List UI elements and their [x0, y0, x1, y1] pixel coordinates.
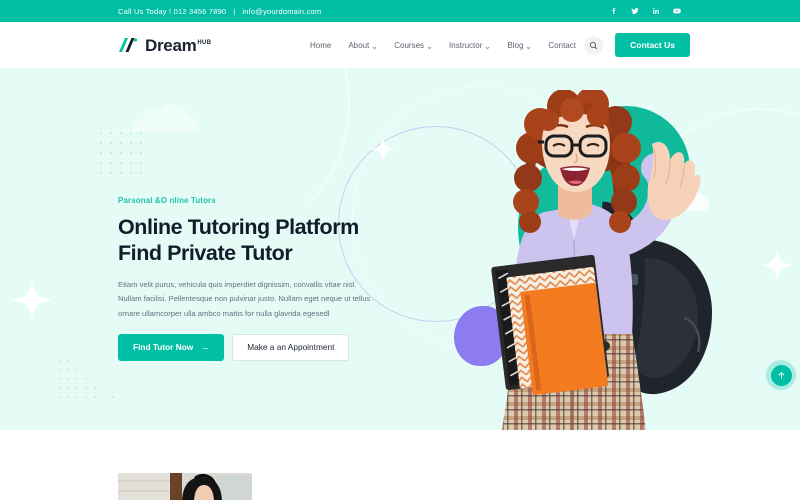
main-navigation: Home About Courses Instructor Blog Conta… — [310, 22, 576, 68]
hero-content: Parsonal &O nline Tutors Online Tutoring… — [118, 196, 386, 361]
social-links — [609, 0, 682, 22]
hero-title-line1: Online Tutoring Platform — [118, 215, 359, 239]
phone-text: Call Us Today ! 012 3456 7890 — [118, 6, 227, 16]
nav-label: Contact — [548, 40, 576, 50]
topbar-separator: | — [233, 6, 236, 16]
arrow-up-icon — [778, 371, 784, 378]
about-image — [118, 473, 252, 500]
top-bar-contact-info: Call Us Today ! 012 3456 7890 | info@you… — [118, 0, 321, 22]
chevron-down-icon — [372, 43, 377, 50]
arrow-right-icon: → — [200, 341, 210, 352]
chevron-down-icon — [526, 43, 531, 50]
nav-label: Blog — [507, 40, 524, 50]
search-icon — [590, 41, 598, 49]
nav-label: About — [348, 40, 370, 50]
logo-text: DreamHUB — [145, 35, 212, 55]
student-photo — [491, 90, 712, 430]
page-root: Call Us Today ! 012 3456 7890 | info@you… — [0, 0, 800, 500]
nav-item-about[interactable]: About — [348, 41, 377, 50]
slanted-bars-icon — [119, 38, 138, 52]
scroll-to-top-inner — [770, 364, 792, 386]
site-header: DreamHUB Home About Courses Instructor B… — [0, 22, 800, 68]
make-appointment-button[interactable]: Make a an Appointment — [232, 333, 350, 361]
hero-section: Parsonal &O nline Tutors Online Tutoring… — [0, 68, 800, 430]
about-section: About Us — [0, 430, 800, 500]
top-bar: Call Us Today ! 012 3456 7890 | info@you… — [0, 0, 800, 22]
chevron-down-icon — [427, 43, 432, 50]
decorative-cloud — [98, 104, 198, 132]
nav-item-contact[interactable]: Contact — [548, 41, 576, 50]
linkedin-icon[interactable] — [651, 6, 661, 16]
hero-illustration — [400, 68, 800, 430]
twitter-icon[interactable] — [630, 6, 640, 16]
logo-suffix: HUB — [197, 39, 212, 46]
decorative-sparkle — [370, 136, 396, 162]
hero-buttons: Find Tutor Now → Make a an Appointment — [118, 333, 386, 361]
hero-eyebrow: Parsonal &O nline Tutors — [118, 196, 216, 205]
scroll-to-top-button[interactable] — [766, 360, 796, 390]
find-tutor-label: Find Tutor Now — [133, 342, 194, 353]
nav-label: Home — [310, 40, 332, 50]
decorative-triangle-dots — [58, 351, 114, 398]
nav-label: Courses — [394, 40, 425, 50]
header-actions: Contact Us — [584, 22, 690, 68]
contact-us-button[interactable]: Contact Us — [615, 33, 690, 57]
find-tutor-now-button[interactable]: Find Tutor Now → — [118, 333, 225, 361]
facebook-icon[interactable] — [609, 6, 619, 16]
nav-item-instructor[interactable]: Instructor — [449, 41, 490, 50]
hero-title: Online Tutoring Platform Find Private Tu… — [118, 214, 386, 266]
nav-item-courses[interactable]: Courses — [394, 41, 432, 50]
youtube-icon[interactable] — [672, 6, 682, 16]
hero-title-line2: Find Private Tutor — [118, 241, 293, 266]
decorative-sparkle — [10, 278, 54, 322]
search-button[interactable] — [584, 35, 604, 55]
nav-item-blog[interactable]: Blog — [507, 41, 531, 50]
hero-paragraph: Etiam velit purus, vehicula quis imperdi… — [118, 280, 371, 318]
chevron-down-icon — [485, 43, 490, 50]
logo[interactable]: DreamHUB — [116, 22, 211, 68]
nav-item-home[interactable]: Home — [310, 41, 331, 50]
email-link[interactable]: info@yourdomain.com — [242, 7, 321, 16]
nav-label: Instructor — [449, 40, 483, 50]
decorative-dot-grid — [100, 132, 142, 174]
about-image-photo — [118, 473, 252, 500]
